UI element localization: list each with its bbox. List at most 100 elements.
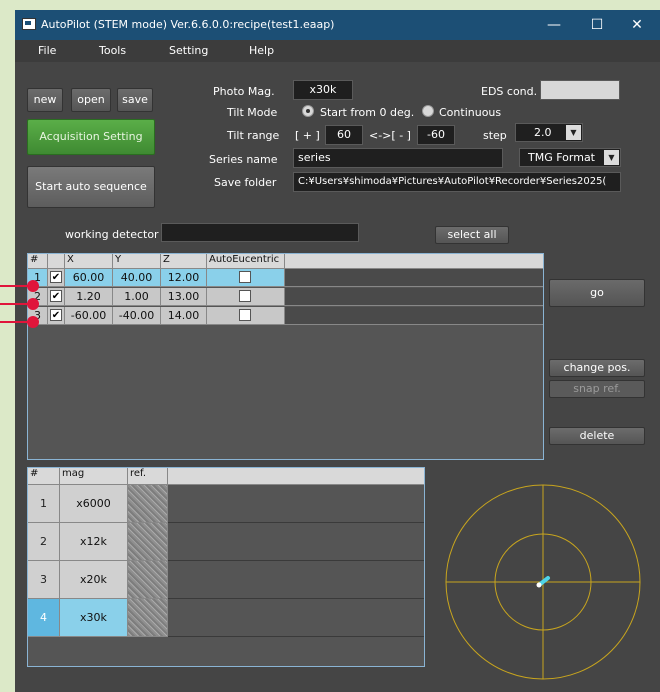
tilt-minus-field[interactable]: -60 bbox=[417, 125, 455, 145]
marker-dot-1 bbox=[27, 280, 39, 292]
row-check-cell: ✔ bbox=[48, 269, 65, 287]
step-select[interactable]: 2.0 ▼ bbox=[515, 123, 583, 142]
row-check-cell: ✔ bbox=[48, 288, 65, 306]
row-filler bbox=[168, 485, 424, 523]
x-cell[interactable]: 1.20 bbox=[65, 288, 113, 306]
continuous-radio[interactable] bbox=[422, 105, 434, 117]
open-button[interactable]: open bbox=[71, 88, 111, 112]
z-cell[interactable]: 14.00 bbox=[161, 307, 207, 325]
start-from-zero-radio[interactable] bbox=[302, 105, 314, 117]
save-folder-label: Save folder bbox=[214, 176, 277, 189]
start-auto-sequence-button[interactable]: Start auto sequence bbox=[27, 166, 155, 208]
col-header-num: # bbox=[28, 254, 48, 269]
position-dot bbox=[536, 582, 542, 588]
new-button[interactable]: new bbox=[27, 88, 63, 112]
eds-cond-label: EDS cond. bbox=[481, 85, 538, 98]
y-cell[interactable]: 1.00 bbox=[113, 288, 161, 306]
format-value: TMG Format bbox=[528, 151, 595, 164]
chevron-down-icon: ▼ bbox=[566, 125, 581, 140]
menu-bar: File Tools Setting Help bbox=[15, 40, 660, 62]
col-header-filler bbox=[285, 254, 543, 269]
col-header-check bbox=[48, 254, 65, 269]
mag-row-number: 4 bbox=[28, 599, 60, 637]
marker-line-1 bbox=[0, 285, 30, 287]
mag-cell[interactable]: x20k bbox=[60, 561, 128, 599]
mag-row-number: 1 bbox=[28, 485, 60, 523]
tilt-mode-label: Tilt Mode bbox=[227, 106, 278, 119]
menu-setting[interactable]: Setting bbox=[169, 44, 208, 57]
working-detector-label: working detector bbox=[65, 228, 159, 241]
save-button[interactable]: save bbox=[117, 88, 153, 112]
mag-cell[interactable]: x6000 bbox=[60, 485, 128, 523]
snap-ref-button[interactable]: snap ref. bbox=[549, 380, 645, 398]
chevron-down-icon: ▼ bbox=[604, 150, 619, 165]
z-cell[interactable]: 13.00 bbox=[161, 288, 207, 306]
tilt-plus-field[interactable]: 60 bbox=[325, 125, 363, 145]
mag-table: # mag ref. 1 x6000 2 x12k 3 x20k 4 x30k bbox=[27, 467, 425, 667]
eds-cond-field[interactable] bbox=[540, 80, 620, 100]
go-button[interactable]: go bbox=[549, 279, 645, 307]
window-title: AutoPilot (STEM mode) Ver.6.6.0.0:recipe… bbox=[41, 18, 335, 31]
autoeucentric-checkbox[interactable] bbox=[239, 309, 251, 321]
working-detector-field[interactable] bbox=[161, 223, 359, 242]
save-folder-field[interactable]: C:¥Users¥shimoda¥Pictures¥AutoPilot¥Reco… bbox=[293, 172, 621, 192]
row-checkbox[interactable]: ✔ bbox=[50, 290, 62, 302]
start-from-zero-label: Start from 0 deg. bbox=[320, 106, 415, 119]
ref-thumbnail bbox=[128, 599, 168, 637]
col-header-x: X bbox=[65, 254, 113, 269]
mag-cell[interactable]: x12k bbox=[60, 523, 128, 561]
title-bar: AutoPilot (STEM mode) Ver.6.6.0.0:recipe… bbox=[15, 10, 660, 40]
tilt-range-label: Tilt range bbox=[227, 129, 280, 142]
close-button[interactable]: ✕ bbox=[617, 10, 657, 40]
autoeucentric-cell bbox=[207, 288, 285, 306]
z-cell[interactable]: 12.00 bbox=[161, 269, 207, 287]
row-check-cell: ✔ bbox=[48, 307, 65, 325]
col-header-num: # bbox=[28, 468, 60, 485]
row-checkbox[interactable]: ✔ bbox=[50, 271, 62, 283]
marker-dot-2 bbox=[27, 298, 39, 310]
marker-dot-3 bbox=[27, 316, 39, 328]
continuous-label: Continuous bbox=[439, 106, 502, 119]
x-cell[interactable]: -60.00 bbox=[65, 307, 113, 325]
maximize-button[interactable]: ☐ bbox=[577, 10, 617, 40]
row-filler bbox=[285, 288, 543, 306]
autoeucentric-checkbox[interactable] bbox=[239, 271, 251, 283]
ref-thumbnail bbox=[128, 485, 168, 523]
plus-label: [ + ] bbox=[295, 129, 320, 142]
delete-button[interactable]: delete bbox=[549, 427, 645, 445]
row-checkbox[interactable]: ✔ bbox=[50, 309, 62, 321]
marker-line-2 bbox=[0, 303, 30, 305]
y-cell[interactable]: -40.00 bbox=[113, 307, 161, 325]
col-header-z: Z bbox=[161, 254, 207, 269]
y-cell[interactable]: 40.00 bbox=[113, 269, 161, 287]
select-all-button[interactable]: select all bbox=[435, 226, 509, 244]
format-select[interactable]: TMG Format ▼ bbox=[519, 148, 621, 167]
col-header-ref: ref. bbox=[128, 468, 168, 485]
series-name-field[interactable]: series bbox=[293, 148, 503, 168]
photo-mag-label: Photo Mag. bbox=[213, 85, 275, 98]
change-pos-button[interactable]: change pos. bbox=[549, 359, 645, 377]
menu-tools[interactable]: Tools bbox=[99, 44, 126, 57]
row-filler bbox=[285, 269, 543, 287]
minimize-button[interactable]: — bbox=[534, 10, 574, 40]
menu-file[interactable]: File bbox=[38, 44, 56, 57]
step-label: step bbox=[483, 129, 507, 142]
range-arrow-label: <->[ - ] bbox=[369, 129, 411, 142]
menu-help[interactable]: Help bbox=[249, 44, 274, 57]
x-cell[interactable]: 60.00 bbox=[65, 269, 113, 287]
mag-row-number: 3 bbox=[28, 561, 60, 599]
row-filler bbox=[168, 523, 424, 561]
mag-cell[interactable]: x30k bbox=[60, 599, 128, 637]
col-header-autoeucentric: AutoEucentric bbox=[207, 254, 285, 269]
photo-mag-field[interactable]: x30k bbox=[293, 80, 353, 100]
col-header-filler bbox=[168, 468, 424, 485]
autoeucentric-cell bbox=[207, 307, 285, 325]
col-header-y: Y bbox=[113, 254, 161, 269]
series-name-label: Series name bbox=[209, 153, 278, 166]
row-filler bbox=[285, 307, 543, 325]
acquisition-setting-button[interactable]: Acquisition Setting bbox=[27, 119, 155, 155]
row-filler bbox=[168, 599, 424, 637]
stage-position-view[interactable] bbox=[440, 475, 650, 685]
row-filler bbox=[168, 561, 424, 599]
autoeucentric-checkbox[interactable] bbox=[239, 290, 251, 302]
